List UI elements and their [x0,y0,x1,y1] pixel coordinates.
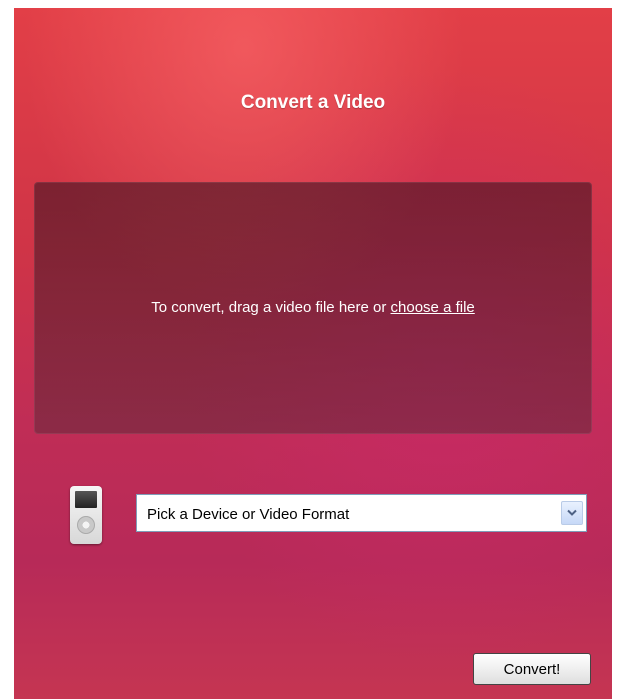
ipod-icon [70,486,102,544]
drop-instruction-text: To convert, drag a video file here or [151,299,387,316]
convert-button[interactable]: Convert! [473,653,591,685]
ipod-click-wheel [77,516,95,534]
device-format-select[interactable]: Pick a Device or Video Format [136,494,587,532]
choose-file-link[interactable]: choose a file [391,299,475,316]
drop-instruction: To convert, drag a video file here or ch… [34,299,592,316]
page-title: Convert a Video [240,92,386,113]
video-drop-zone[interactable]: To convert, drag a video file here or ch… [34,182,592,434]
converter-panel: Convert a Video To convert, drag a video… [14,8,612,699]
chevron-down-icon[interactable] [561,501,583,525]
format-select-value: Pick a Device or Video Format [147,506,350,523]
ipod-screen [75,491,97,508]
